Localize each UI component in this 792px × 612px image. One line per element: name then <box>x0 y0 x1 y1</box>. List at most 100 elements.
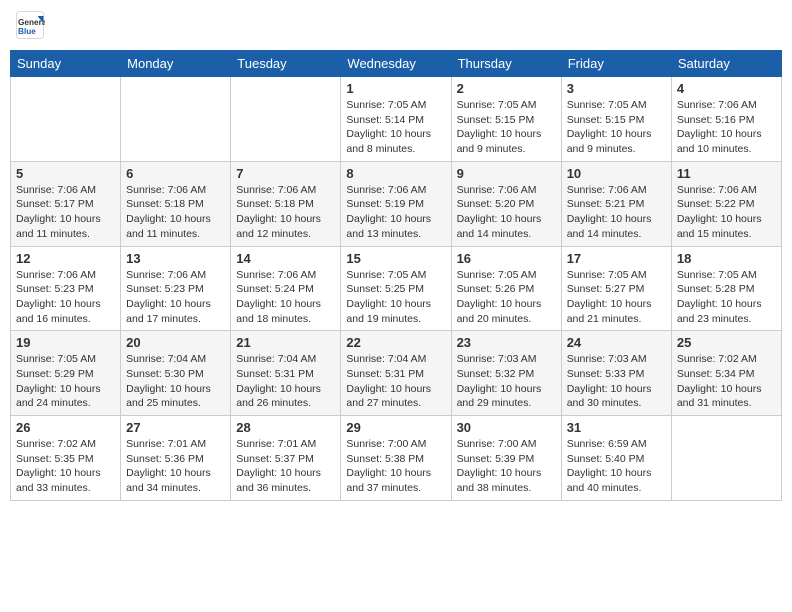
day-detail: Sunrise: 7:05 AM Sunset: 5:14 PM Dayligh… <box>346 98 445 157</box>
day-detail: Sunrise: 7:06 AM Sunset: 5:22 PM Dayligh… <box>677 183 776 242</box>
calendar-cell: 21 Sunrise: 7:04 AM Sunset: 5:31 PM Dayli… <box>231 331 341 416</box>
day-detail: Sunrise: 7:05 AM Sunset: 5:27 PM Dayligh… <box>567 268 666 327</box>
day-detail: Sunrise: 7:03 AM Sunset: 5:32 PM Dayligh… <box>457 352 556 411</box>
day-number: 12 <box>16 251 115 266</box>
calendar-cell: 10 Sunrise: 7:06 AM Sunset: 5:21 PM Dayli… <box>561 161 671 246</box>
calendar-cell: 7 Sunrise: 7:06 AM Sunset: 5:18 PM Daylig… <box>231 161 341 246</box>
day-number: 20 <box>126 335 225 350</box>
day-number: 5 <box>16 166 115 181</box>
calendar-cell: 3 Sunrise: 7:05 AM Sunset: 5:15 PM Daylig… <box>561 77 671 162</box>
calendar-cell: 25Sunrise: 7:02 AM Sunset: 5:34 PM Dayli… <box>671 331 781 416</box>
calendar-cell: 13 Sunrise: 7:06 AM Sunset: 5:23 PM Dayli… <box>121 246 231 331</box>
calendar-cell: 11 Sunrise: 7:06 AM Sunset: 5:22 PM Dayli… <box>671 161 781 246</box>
calendar-cell <box>671 416 781 501</box>
logo-icon: General Blue <box>15 10 45 40</box>
calendar-cell: 29 Sunrise: 7:00 AM Sunset: 5:38 PM Dayli… <box>341 416 451 501</box>
calendar-cell: 5 Sunrise: 7:06 AM Sunset: 5:17 PM Daylig… <box>11 161 121 246</box>
day-detail: Sunrise: 7:06 AM Sunset: 5:20 PM Dayligh… <box>457 183 556 242</box>
day-detail: Sunrise: 7:03 AM Sunset: 5:33 PM Dayligh… <box>567 352 666 411</box>
day-number: 31 <box>567 420 666 435</box>
calendar-cell: 19Sunrise: 7:05 AM Sunset: 5:29 PM Dayli… <box>11 331 121 416</box>
calendar-cell: 24Sunrise: 7:03 AM Sunset: 5:33 PM Dayli… <box>561 331 671 416</box>
calendar-cell: 8 Sunrise: 7:06 AM Sunset: 5:19 PM Daylig… <box>341 161 451 246</box>
day-detail: Sunrise: 7:02 AM Sunset: 5:35 PM Dayligh… <box>16 437 115 496</box>
day-number: 27 <box>126 420 225 435</box>
calendar-cell <box>11 77 121 162</box>
calendar-cell: 16 Sunrise: 7:05 AM Sunset: 5:26 PM Dayli… <box>451 246 561 331</box>
calendar-table: SundayMondayTuesdayWednesdayThursdayFrid… <box>10 50 782 501</box>
calendar-cell <box>121 77 231 162</box>
day-number: 6 <box>126 166 225 181</box>
day-detail: Sunrise: 7:05 AM Sunset: 5:15 PM Dayligh… <box>457 98 556 157</box>
calendar-week: 1Sunrise: 7:05 AM Sunset: 5:14 PM Daylig… <box>11 77 782 162</box>
day-number: 21 <box>236 335 335 350</box>
day-number: 25 <box>677 335 776 350</box>
day-detail: Sunrise: 7:06 AM Sunset: 5:19 PM Dayligh… <box>346 183 445 242</box>
day-number: 29 <box>346 420 445 435</box>
day-number: 3 <box>567 81 666 96</box>
calendar-cell: 1Sunrise: 7:05 AM Sunset: 5:14 PM Daylig… <box>341 77 451 162</box>
day-detail: Sunrise: 7:06 AM Sunset: 5:23 PM Dayligh… <box>16 268 115 327</box>
calendar-cell: 20 Sunrise: 7:04 AM Sunset: 5:30 PM Dayli… <box>121 331 231 416</box>
day-detail: Sunrise: 7:06 AM Sunset: 5:17 PM Dayligh… <box>16 183 115 242</box>
day-detail: Sunrise: 7:06 AM Sunset: 5:18 PM Dayligh… <box>236 183 335 242</box>
day-number: 4 <box>677 81 776 96</box>
weekday-header: Wednesday <box>341 51 451 77</box>
calendar-cell: 14Sunrise: 7:06 AM Sunset: 5:24 PM Dayli… <box>231 246 341 331</box>
day-number: 19 <box>16 335 115 350</box>
day-number: 15 <box>346 251 445 266</box>
day-number: 30 <box>457 420 556 435</box>
calendar-cell: 2 Sunrise: 7:05 AM Sunset: 5:15 PM Daylig… <box>451 77 561 162</box>
weekday-header: Sunday <box>11 51 121 77</box>
day-number: 10 <box>567 166 666 181</box>
calendar-week: 26Sunrise: 7:02 AM Sunset: 5:35 PM Dayli… <box>11 416 782 501</box>
day-detail: Sunrise: 7:01 AM Sunset: 5:37 PM Dayligh… <box>236 437 335 496</box>
day-number: 8 <box>346 166 445 181</box>
day-detail: Sunrise: 7:05 AM Sunset: 5:28 PM Dayligh… <box>677 268 776 327</box>
weekday-header: Tuesday <box>231 51 341 77</box>
day-number: 7 <box>236 166 335 181</box>
calendar-cell: 9 Sunrise: 7:06 AM Sunset: 5:20 PM Daylig… <box>451 161 561 246</box>
day-detail: Sunrise: 7:05 AM Sunset: 5:15 PM Dayligh… <box>567 98 666 157</box>
day-number: 2 <box>457 81 556 96</box>
day-detail: Sunrise: 7:06 AM Sunset: 5:21 PM Dayligh… <box>567 183 666 242</box>
day-number: 16 <box>457 251 556 266</box>
calendar-cell: 26Sunrise: 7:02 AM Sunset: 5:35 PM Dayli… <box>11 416 121 501</box>
day-detail: Sunrise: 7:00 AM Sunset: 5:38 PM Dayligh… <box>346 437 445 496</box>
page-header: General Blue <box>10 10 782 40</box>
day-number: 22 <box>346 335 445 350</box>
day-number: 13 <box>126 251 225 266</box>
day-detail: Sunrise: 7:01 AM Sunset: 5:36 PM Dayligh… <box>126 437 225 496</box>
day-number: 28 <box>236 420 335 435</box>
calendar-week: 19Sunrise: 7:05 AM Sunset: 5:29 PM Dayli… <box>11 331 782 416</box>
calendar-cell: 12 Sunrise: 7:06 AM Sunset: 5:23 PM Dayli… <box>11 246 121 331</box>
day-detail: Sunrise: 7:04 AM Sunset: 5:30 PM Dayligh… <box>126 352 225 411</box>
day-number: 11 <box>677 166 776 181</box>
calendar-cell: 6Sunrise: 7:06 AM Sunset: 5:18 PM Daylig… <box>121 161 231 246</box>
calendar-week: 5 Sunrise: 7:06 AM Sunset: 5:17 PM Daylig… <box>11 161 782 246</box>
day-detail: Sunrise: 7:05 AM Sunset: 5:26 PM Dayligh… <box>457 268 556 327</box>
weekday-header: Monday <box>121 51 231 77</box>
calendar-cell: 30Sunrise: 7:00 AM Sunset: 5:39 PM Dayli… <box>451 416 561 501</box>
calendar-cell: 22 Sunrise: 7:04 AM Sunset: 5:31 PM Dayli… <box>341 331 451 416</box>
calendar-cell: 17Sunrise: 7:05 AM Sunset: 5:27 PM Dayli… <box>561 246 671 331</box>
day-detail: Sunrise: 6:59 AM Sunset: 5:40 PM Dayligh… <box>567 437 666 496</box>
weekday-header: Saturday <box>671 51 781 77</box>
calendar-cell: 4 Sunrise: 7:06 AM Sunset: 5:16 PM Daylig… <box>671 77 781 162</box>
calendar-cell: 18Sunrise: 7:05 AM Sunset: 5:28 PM Dayli… <box>671 246 781 331</box>
weekday-header: Friday <box>561 51 671 77</box>
calendar-cell: 27 Sunrise: 7:01 AM Sunset: 5:36 PM Dayli… <box>121 416 231 501</box>
day-detail: Sunrise: 7:04 AM Sunset: 5:31 PM Dayligh… <box>346 352 445 411</box>
day-detail: Sunrise: 7:06 AM Sunset: 5:16 PM Dayligh… <box>677 98 776 157</box>
day-detail: Sunrise: 7:06 AM Sunset: 5:23 PM Dayligh… <box>126 268 225 327</box>
day-detail: Sunrise: 7:05 AM Sunset: 5:25 PM Dayligh… <box>346 268 445 327</box>
calendar-cell: 15 Sunrise: 7:05 AM Sunset: 5:25 PM Dayli… <box>341 246 451 331</box>
day-detail: Sunrise: 7:04 AM Sunset: 5:31 PM Dayligh… <box>236 352 335 411</box>
calendar-cell: 31 Sunrise: 6:59 AM Sunset: 5:40 PM Dayli… <box>561 416 671 501</box>
day-number: 9 <box>457 166 556 181</box>
weekday-header: Thursday <box>451 51 561 77</box>
day-detail: Sunrise: 7:06 AM Sunset: 5:24 PM Dayligh… <box>236 268 335 327</box>
calendar-header: SundayMondayTuesdayWednesdayThursdayFrid… <box>11 51 782 77</box>
logo: General Blue <box>15 10 49 40</box>
calendar-cell <box>231 77 341 162</box>
